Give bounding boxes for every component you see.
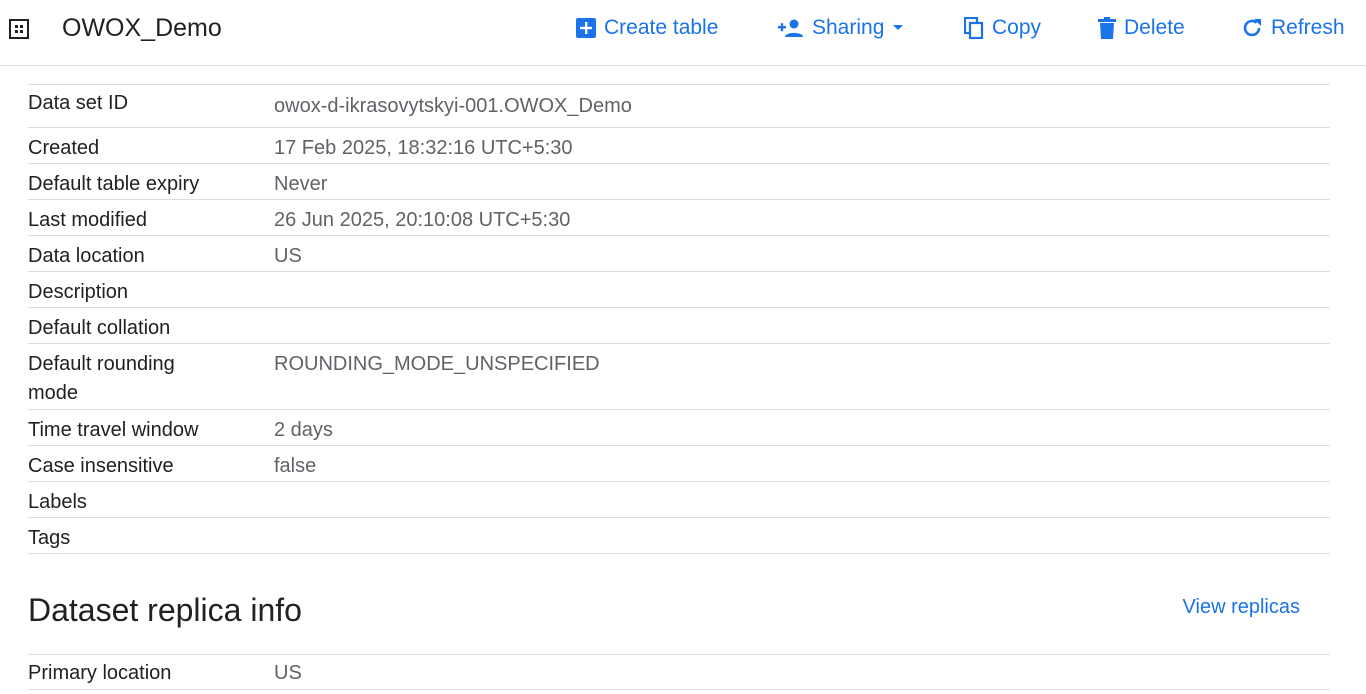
detail-value: US [274, 245, 302, 267]
sharing-label: Sharing [812, 16, 885, 39]
table-row: Data set ID owox-d-ikrasovytskyi-001.OWO… [28, 84, 1330, 127]
detail-key: Case insensitive [28, 455, 174, 477]
section-title: Dataset replica info [28, 592, 302, 628]
detail-key: Default rounding mode [28, 353, 175, 404]
detail-key: Default collation [28, 317, 171, 339]
detail-key: Last modified [28, 209, 147, 231]
table-row: Created 17 Feb 2025, 18:32:16 UTC+5:30 [28, 127, 1330, 163]
detail-key: Default table expiry [28, 173, 200, 195]
page-title: OWOX_Demo [62, 14, 222, 42]
copy-button[interactable]: Copy [964, 12, 1041, 44]
detail-value: 26 Jun 2025, 20:10:08 UTC+5:30 [274, 209, 571, 231]
detail-key: Labels [28, 491, 87, 513]
replica-table: Primary location US [28, 654, 1330, 690]
replica-section-header: Dataset replica info View replicas [28, 588, 1330, 632]
dataset-details-table: Data set ID owox-d-ikrasovytskyi-001.OWO… [28, 84, 1330, 554]
refresh-label: Refresh [1271, 16, 1345, 39]
table-row: Tags [28, 517, 1330, 554]
refresh-button[interactable]: Refresh [1241, 12, 1345, 44]
detail-value: false [274, 455, 317, 477]
table-row: Default rounding mode ROUNDING_MODE_UNSP… [28, 343, 1330, 409]
delete-button[interactable]: Delete [1098, 12, 1185, 44]
add-box-icon [576, 18, 596, 38]
table-row: Default collation [28, 307, 1330, 343]
table-row: Last modified 26 Jun 2025, 20:10:08 UTC+… [28, 199, 1330, 235]
delete-label: Delete [1124, 16, 1185, 39]
detail-value: 17 Feb 2025, 18:32:16 UTC+5:30 [274, 137, 573, 159]
copy-icon [964, 17, 984, 39]
table-row: Primary location US [28, 654, 1330, 690]
detail-value: owox-d-ikrasovytskyi-001.OWOX_Demo [274, 95, 632, 117]
detail-value: ROUNDING_MODE_UNSPECIFIED [274, 353, 600, 375]
detail-value: 2 days [274, 419, 333, 441]
create-table-button[interactable]: Create table [576, 12, 718, 44]
detail-value: Never [274, 173, 328, 195]
create-table-label: Create table [604, 16, 719, 39]
refresh-icon [1241, 17, 1263, 39]
detail-key: Data location [28, 245, 145, 267]
detail-key: Description [28, 281, 129, 303]
dataset-icon [8, 18, 30, 40]
person-add-icon [778, 18, 804, 38]
table-row: Case insensitive false [28, 445, 1330, 481]
table-row: Default table expiry Never [28, 163, 1330, 199]
detail-key: Created [28, 137, 100, 159]
chevron-down-icon [892, 24, 904, 32]
table-row: Time travel window 2 days [28, 409, 1330, 445]
copy-label: Copy [992, 16, 1042, 39]
sharing-button[interactable]: Sharing [778, 12, 904, 44]
detail-key: Tags [28, 527, 71, 549]
detail-value: US [274, 662, 302, 684]
detail-key: Primary location [28, 662, 172, 684]
trash-icon [1098, 17, 1116, 39]
table-row: Labels [28, 481, 1330, 517]
detail-key: Data set ID [28, 92, 129, 114]
view-replicas-link[interactable]: View replicas [1183, 596, 1300, 619]
toolbar: OWOX_Demo Create table Sharing Copy Dele… [0, 0, 1366, 66]
table-row: Data location US [28, 235, 1330, 271]
detail-key: Time travel window [28, 419, 199, 441]
table-row: Description [28, 271, 1330, 307]
